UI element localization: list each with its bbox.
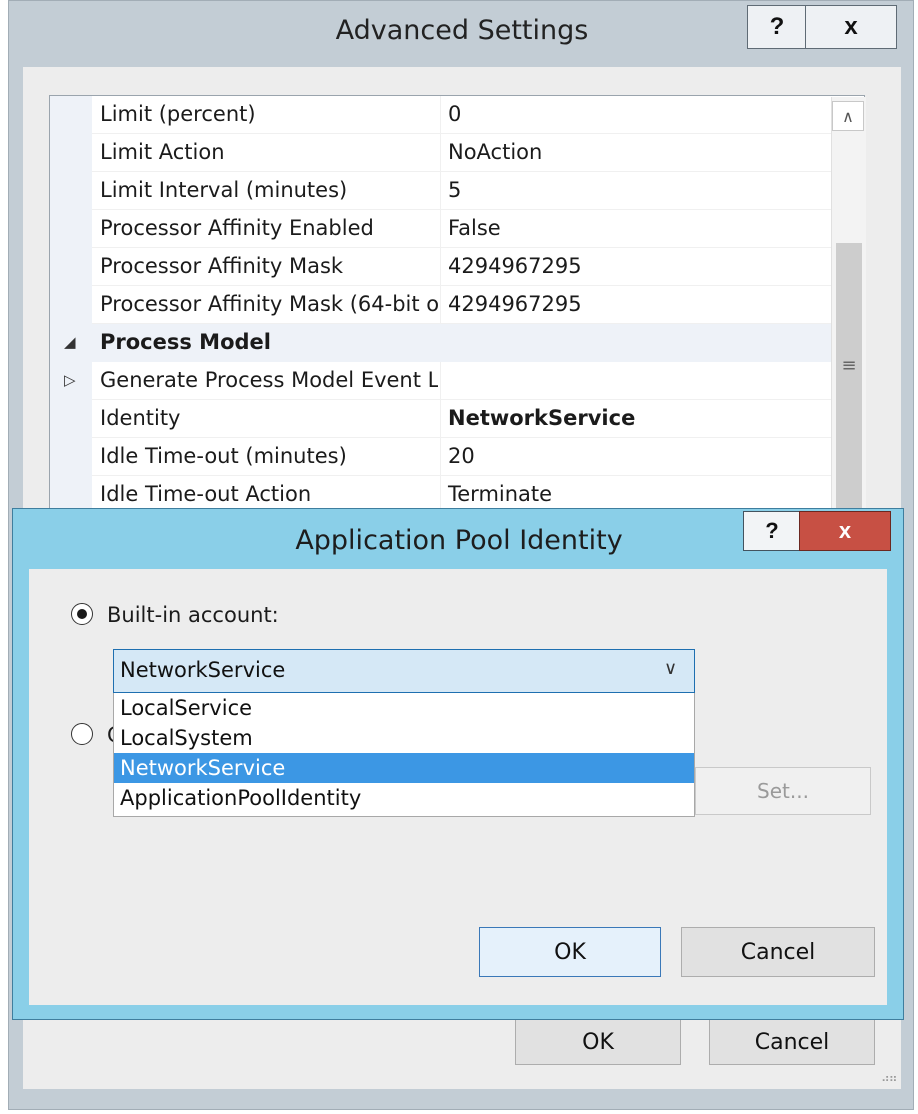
resize-grip-icon[interactable]: ⠴⠶ [881,1071,898,1085]
property-name: Limit (percent) [100,102,256,126]
property-value[interactable]: False [448,216,501,240]
help-button[interactable]: ? [743,511,801,551]
property-value[interactable]: Terminate [448,482,552,506]
close-button[interactable]: x [799,511,891,551]
cancel-button[interactable]: Cancel [709,1019,875,1065]
property-row[interactable]: Processor Affinity Mask 4294967295 [50,248,832,286]
dropdown-value: NetworkService [120,658,286,682]
property-row[interactable]: Processor Affinity Enabled False [50,210,832,248]
cancel-button[interactable]: Cancel [681,927,875,977]
vertical-scrollbar[interactable]: ∧ ≡ [831,97,866,509]
ok-button[interactable]: OK [515,1019,681,1065]
builtin-account-dropdown[interactable]: NetworkService ∨ [113,649,695,693]
property-name: Idle Time-out (minutes) [100,444,347,468]
property-name: Idle Time-out Action [100,482,312,506]
property-value[interactable]: 4294967295 [448,254,582,278]
property-value[interactable]: 20 [448,444,475,468]
property-value[interactable]: 4294967295 [448,292,582,316]
radio-selected-dot [77,609,87,619]
collapse-triangle-icon[interactable]: ◢ [64,333,76,351]
property-name: Identity [100,406,181,430]
dropdown-list: LocalService LocalSystem NetworkService … [113,693,695,817]
builtin-account-label[interactable]: Built-in account: [107,603,279,627]
property-row[interactable]: Idle Time-out (minutes) 20 [50,438,832,476]
dropdown-option[interactable]: LocalSystem [114,723,694,753]
scroll-up-arrow-icon[interactable]: ∧ [832,101,864,131]
property-grid: Limit (percent) 0 Limit Action NoAction … [49,95,865,515]
property-value[interactable]: NetworkService [448,406,635,430]
property-row[interactable]: Processor Affinity Mask (64-bit option) … [50,286,832,324]
property-name: Limit Action [100,140,225,164]
custom-account-radio[interactable] [71,723,93,745]
expand-triangle-icon[interactable]: ▷ [64,371,76,389]
dropdown-option-selected[interactable]: NetworkService [114,753,694,783]
builtin-account-radio[interactable] [71,603,93,625]
property-row[interactable]: Limit (percent) 0 [50,96,832,134]
dialog-client-area: Built-in account: C NetworkService ∨ Set… [29,569,887,1005]
property-value[interactable]: 5 [448,178,461,202]
property-row[interactable]: Limit Interval (minutes) 5 [50,172,832,210]
property-name: Processor Affinity Enabled [100,216,374,240]
dropdown-option[interactable]: LocalService [114,693,694,723]
property-row-identity[interactable]: Identity NetworkService [50,400,832,438]
property-name: Limit Interval (minutes) [100,178,348,202]
property-row[interactable]: Limit Action NoAction [50,134,832,172]
scrollbar-thumb[interactable]: ≡ [836,243,862,509]
help-button[interactable]: ? [747,5,807,49]
set-button[interactable]: Set... [695,767,871,815]
application-pool-identity-dialog: Application Pool Identity ? x Built-in a… [12,508,904,1020]
category-name: Process Model [100,330,271,354]
property-name: Processor Affinity Mask [100,254,344,278]
grip-icon: ≡ [841,355,857,376]
close-button[interactable]: x [805,5,897,49]
property-value[interactable]: NoAction [448,140,542,164]
dropdown-option[interactable]: ApplicationPoolIdentity [114,783,694,813]
property-name: Processor Affinity Mask (64-bit option) [100,292,438,316]
property-value[interactable]: 0 [448,102,461,126]
property-name: Generate Process Model Event Log Entry [100,368,438,392]
chevron-down-icon[interactable]: ∨ [664,658,677,679]
category-row-process-model[interactable]: ◢ Process Model [50,324,832,362]
ok-button[interactable]: OK [479,927,661,977]
property-row[interactable]: ▷ Generate Process Model Event Log Entry [50,362,832,400]
